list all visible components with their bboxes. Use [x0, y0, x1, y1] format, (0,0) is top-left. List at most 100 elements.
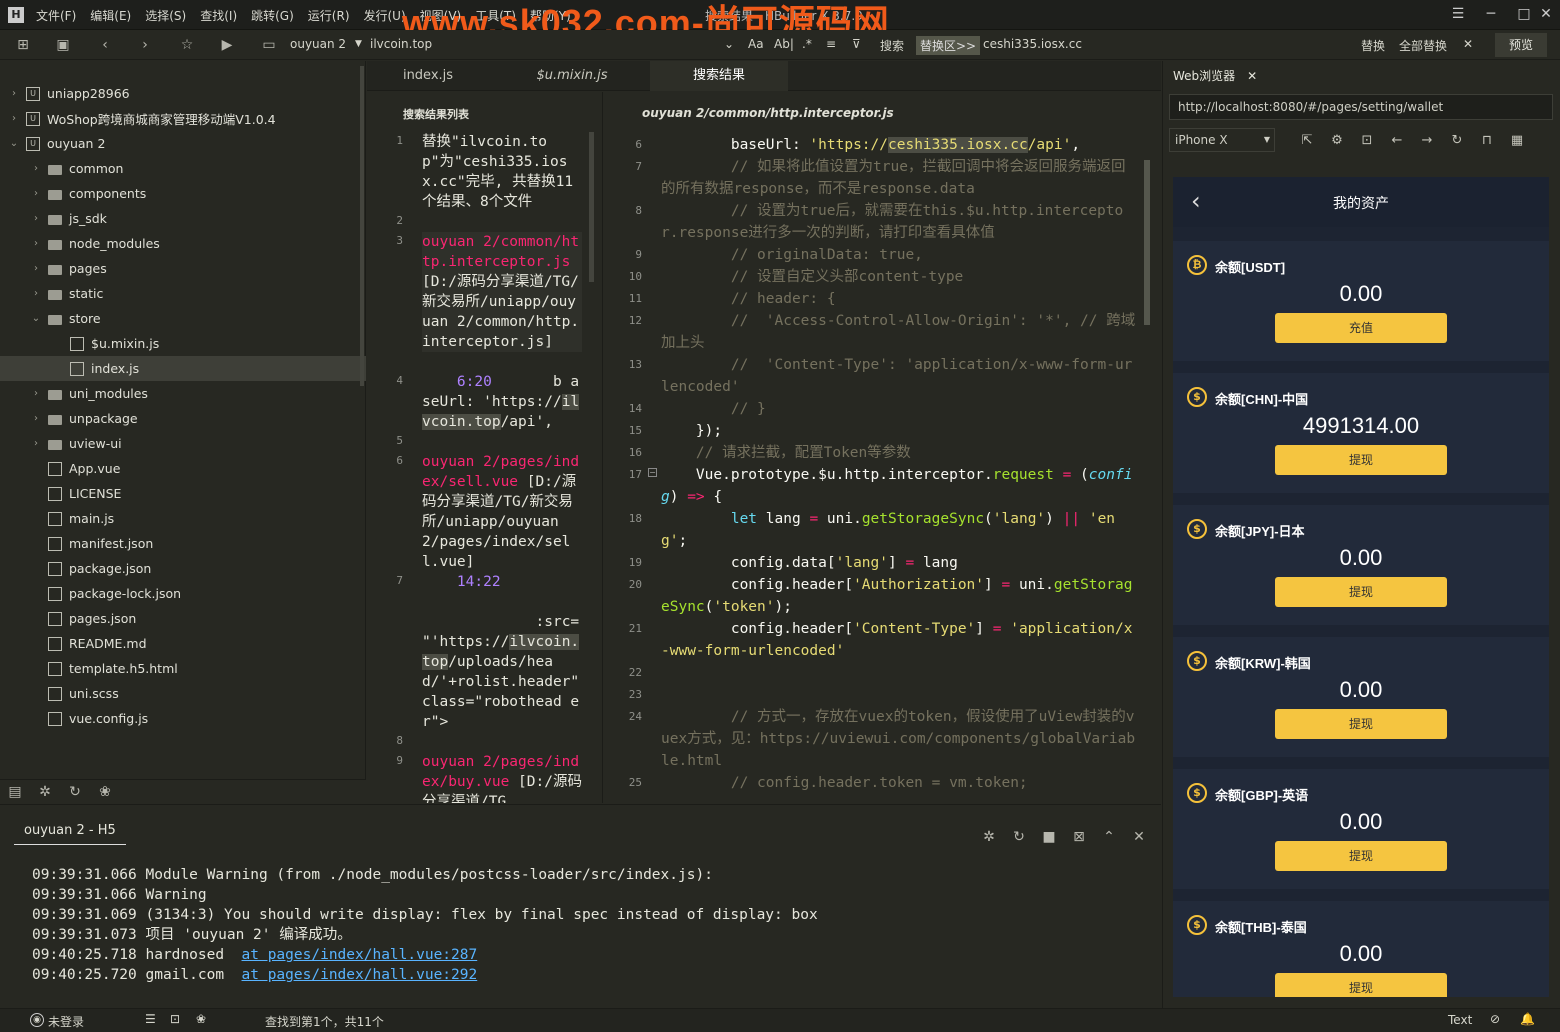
code-line[interactable]: // } [661, 398, 1136, 420]
menu-item[interactable]: 跳转(G) [251, 7, 294, 24]
window-menu-icon[interactable]: ☰ [1450, 6, 1466, 22]
tree-item[interactable]: › node_modules [0, 231, 366, 256]
tree-item[interactable]: App.vue [0, 456, 366, 481]
bug-icon[interactable]: ✲ [36, 783, 54, 801]
replace-zone-toggle[interactable]: 替换区>> [916, 36, 981, 55]
chevron-down-icon[interactable]: ⌄ [8, 138, 20, 149]
balance-action-button[interactable]: 提现 [1275, 577, 1447, 607]
tree-item[interactable]: › common [0, 156, 366, 181]
code-line[interactable]: // originalData: true, [661, 244, 1136, 266]
tree-item[interactable]: › U WoShop跨境商城商家管理移动端V1.0.4 [0, 106, 366, 131]
dropdown-icon[interactable]: ▼ [355, 39, 362, 49]
user-icon[interactable]: ◉ [30, 1013, 44, 1027]
new-file-icon[interactable]: ⊞ [14, 36, 32, 54]
chevron-right-icon[interactable]: › [8, 113, 20, 124]
code-line[interactable]: }); [661, 420, 1136, 442]
tree-item[interactable]: vue.config.js [0, 706, 366, 731]
bell-icon[interactable]: 🔔 [1520, 1012, 1535, 1026]
search-button[interactable]: 搜索 [880, 37, 904, 54]
open-external-icon[interactable]: ⇱ [1299, 133, 1315, 149]
tree-item[interactable]: › Uuniapp28966 [0, 81, 366, 106]
menu-item[interactable]: 文件(F) [36, 7, 76, 24]
code-line[interactable]: // 请求拦截，配置Token等参数 [661, 442, 1136, 464]
run-icon[interactable]: ▶ [218, 36, 236, 54]
code-line[interactable]: config.header['Content-Type'] = 'applica… [661, 618, 1136, 662]
debug-icon[interactable]: ✲ [980, 828, 998, 846]
close-window-icon[interactable]: ✕ [1538, 6, 1554, 22]
code-line[interactable]: // header: { [661, 288, 1136, 310]
code-line[interactable]: // 如果将此值设置为true，拦截回调中将会返回服务端返回的所有数据respo… [661, 156, 1136, 200]
result-file-name[interactable]: ouyuan 2/common/http.interceptor.js [422, 234, 579, 270]
tree-item[interactable]: package-lock.json [0, 581, 366, 606]
tree-item[interactable]: pages.json [0, 606, 366, 631]
menu-item[interactable]: 选择(S) [145, 7, 186, 24]
tab-u-mixin-js[interactable]: $u.mixin.js [507, 61, 637, 91]
chevron-down-icon[interactable]: ⌄ [30, 313, 42, 324]
balance-action-button[interactable]: 提现 [1275, 709, 1447, 739]
close-search-icon[interactable]: ✕ [1463, 37, 1473, 51]
syntax-mode[interactable]: Text [1448, 1013, 1472, 1027]
maximize-icon[interactable]: □ [1516, 6, 1532, 22]
tree-item[interactable]: README.md [0, 631, 366, 656]
tree-item[interactable]: template.h5.html [0, 656, 366, 681]
preview-button[interactable]: 预览 [1495, 33, 1547, 57]
project-selector[interactable]: ouyuan 2 [290, 37, 346, 51]
tree-item[interactable]: › uni_modules [0, 381, 366, 406]
explorer-icon[interactable]: ▤ [6, 783, 24, 801]
replace-button[interactable]: 替换 [1361, 37, 1385, 54]
browser-tab[interactable]: Web浏览器 ✕ [1173, 67, 1257, 84]
tree-item[interactable]: › pages [0, 256, 366, 281]
balance-action-button[interactable]: 提现 [1275, 445, 1447, 475]
tree-item[interactable]: ⌄ store [0, 306, 366, 331]
code-line[interactable]: // 设置为true后，就需要在this.$u.http.interceptor… [661, 200, 1136, 244]
forward-icon[interactable]: › [136, 36, 154, 54]
save-icon[interactable]: ▣ [54, 36, 72, 54]
tree-item[interactable]: ⌄ Uouyuan 2 [0, 131, 366, 156]
tab-search-results[interactable]: 搜索结果 [650, 61, 788, 91]
close-console-icon[interactable]: ✕ [1130, 828, 1148, 846]
chevron-right-icon[interactable]: › [30, 288, 42, 299]
menu-item[interactable]: 查找(I) [200, 7, 237, 24]
arrow-right-icon[interactable]: → [1419, 133, 1435, 149]
filter-icon[interactable]: ⊽ [852, 37, 861, 51]
code-line[interactable]: // 设置自定义头部content-type [661, 266, 1136, 288]
code-line[interactable]: // 'Content-Type': 'application/x-www-fo… [661, 354, 1136, 398]
code-line[interactable]: // config.header.token = vm.token; [661, 772, 1136, 794]
tree-item[interactable]: › uview-ui [0, 431, 366, 456]
tree-item[interactable]: LICENSE [0, 481, 366, 506]
fold-toggle-icon[interactable]: − [648, 468, 657, 477]
result-file[interactable]: ouyuan 2/pages/index/buy.vue [D:/源码分享渠道/… [422, 752, 582, 803]
tree-item[interactable]: index.js [0, 356, 366, 381]
chevron-down-icon[interactable]: ⌄ [724, 37, 734, 51]
balance-action-button[interactable]: 提现 [1275, 841, 1447, 871]
menu-item[interactable]: 运行(R) [308, 7, 350, 24]
whole-word-toggle[interactable]: Ab| [774, 37, 794, 51]
url-input[interactable]: http://localhost:8080/#/pages/setting/wa… [1169, 94, 1553, 120]
replace-input[interactable]: ceshi335.iosx.cc [983, 37, 1082, 51]
tree-item[interactable]: $u.mixin.js [0, 331, 366, 356]
tree-item[interactable]: › static [0, 281, 366, 306]
chevron-right-icon[interactable]: › [30, 163, 42, 174]
console-tab[interactable]: ouyuan 2 - H5 [14, 823, 126, 845]
result-match[interactable]: 14:22 :src= "'https://ilvcoin.top/upload… [422, 572, 582, 732]
balance-action-button[interactable]: 充值 [1275, 313, 1447, 343]
code-line[interactable]: Vue.prototype.$u.http.interceptor.reques… [661, 464, 1136, 508]
console-icon[interactable]: ⊡ [1359, 133, 1375, 149]
collapse-up-icon[interactable]: ⌃ [1100, 828, 1118, 846]
balance-action-button[interactable]: 提现 [1275, 973, 1447, 997]
arrow-left-icon[interactable]: ← [1389, 133, 1405, 149]
login-status[interactable]: 未登录 [48, 1013, 84, 1030]
code-line[interactable]: config.data['lang'] = lang [661, 552, 1136, 574]
chevron-right-icon[interactable]: › [30, 213, 42, 224]
star-icon[interactable]: ☆ [178, 36, 196, 54]
chevron-right-icon[interactable]: › [30, 188, 42, 199]
qrcode-icon[interactable]: ▦ [1509, 133, 1525, 149]
match-case-toggle[interactable]: Aa [748, 37, 764, 51]
refresh-icon[interactable]: ↻ [1449, 133, 1465, 149]
back-icon[interactable]: ‹ [96, 36, 114, 54]
code-line[interactable]: baseUrl: 'https://ceshi335.iosx.cc/api', [661, 134, 1136, 156]
search-pane-scrollbar[interactable] [589, 132, 594, 282]
code-line[interactable]: // 'Access-Control-Allow-Origin': '*', /… [661, 310, 1136, 354]
tree-item[interactable]: › unpackage [0, 406, 366, 431]
settings-icon[interactable]: ⚙ [1329, 133, 1345, 149]
